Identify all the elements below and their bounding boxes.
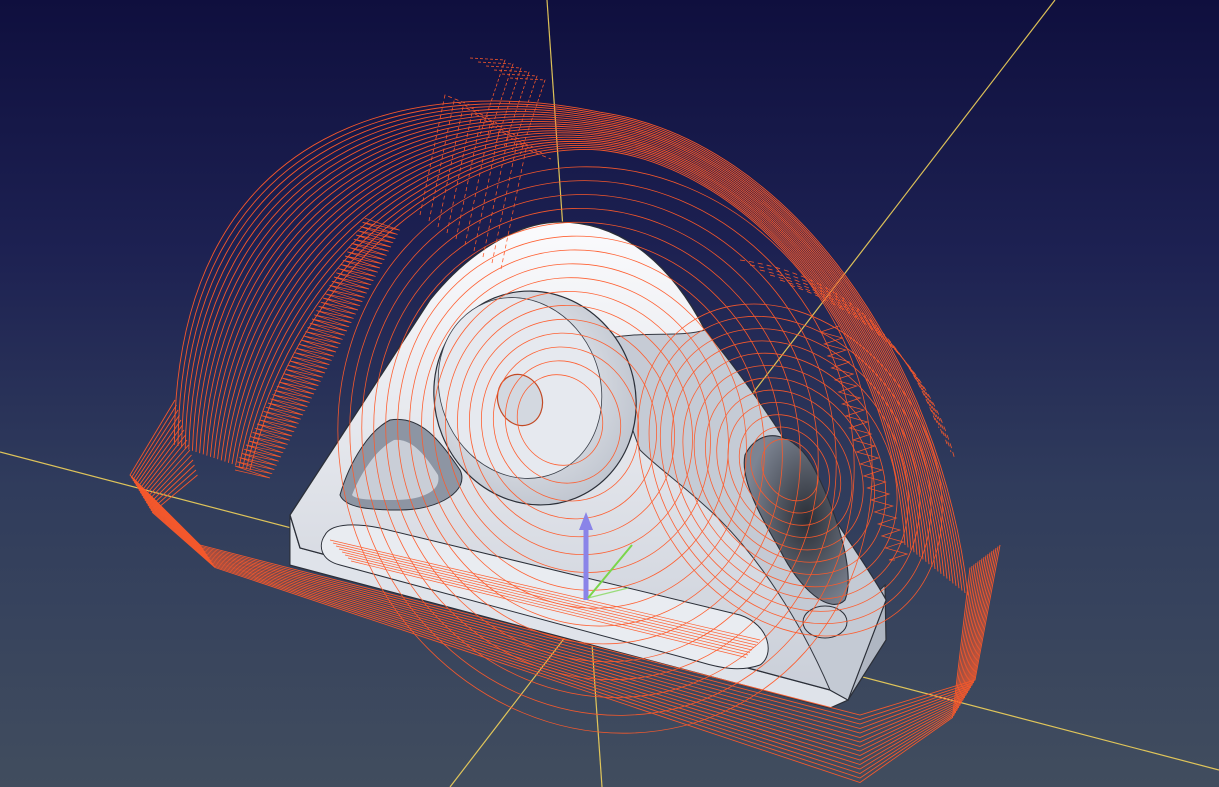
machined-part[interactable]	[289, 221, 887, 709]
scene-canvas[interactable]	[0, 0, 1219, 787]
cad-3d-viewport[interactable]	[0, 0, 1219, 787]
toolpath-dashed	[455, 118, 507, 240]
